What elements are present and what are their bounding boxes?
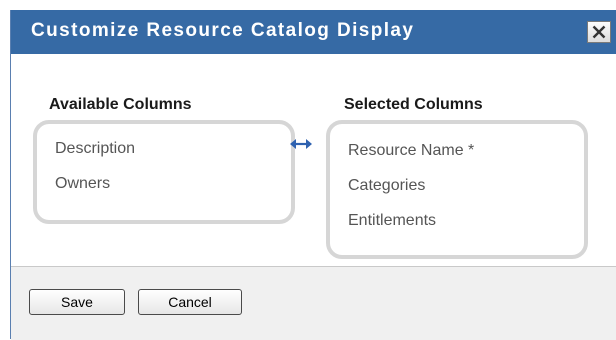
close-icon <box>592 25 606 39</box>
cancel-button[interactable]: Cancel <box>138 289 242 315</box>
selected-item-categories[interactable]: Categories <box>348 177 425 195</box>
dialog-footer: Save Cancel <box>11 266 616 340</box>
available-columns-list[interactable]: Description Owners <box>33 120 295 224</box>
close-button[interactable] <box>587 21 611 43</box>
customize-dialog: Customize Resource Catalog Display Avail… <box>10 10 616 340</box>
available-item-owners[interactable]: Owners <box>55 175 110 193</box>
available-item-description[interactable]: Description <box>55 140 135 158</box>
save-button[interactable]: Save <box>29 289 125 315</box>
selected-columns-list[interactable]: Resource Name * Categories Entitlements <box>326 120 588 259</box>
selected-columns-heading: Selected Columns <box>344 96 483 113</box>
available-columns-heading: Available Columns <box>49 96 192 113</box>
swap-arrows-icon[interactable] <box>290 138 312 150</box>
selected-item-resource-name[interactable]: Resource Name * <box>348 142 474 160</box>
dialog-titlebar: Customize Resource Catalog Display <box>11 10 616 54</box>
selected-item-entitlements[interactable]: Entitlements <box>348 212 436 230</box>
dialog-title: Customize Resource Catalog Display <box>31 20 415 41</box>
